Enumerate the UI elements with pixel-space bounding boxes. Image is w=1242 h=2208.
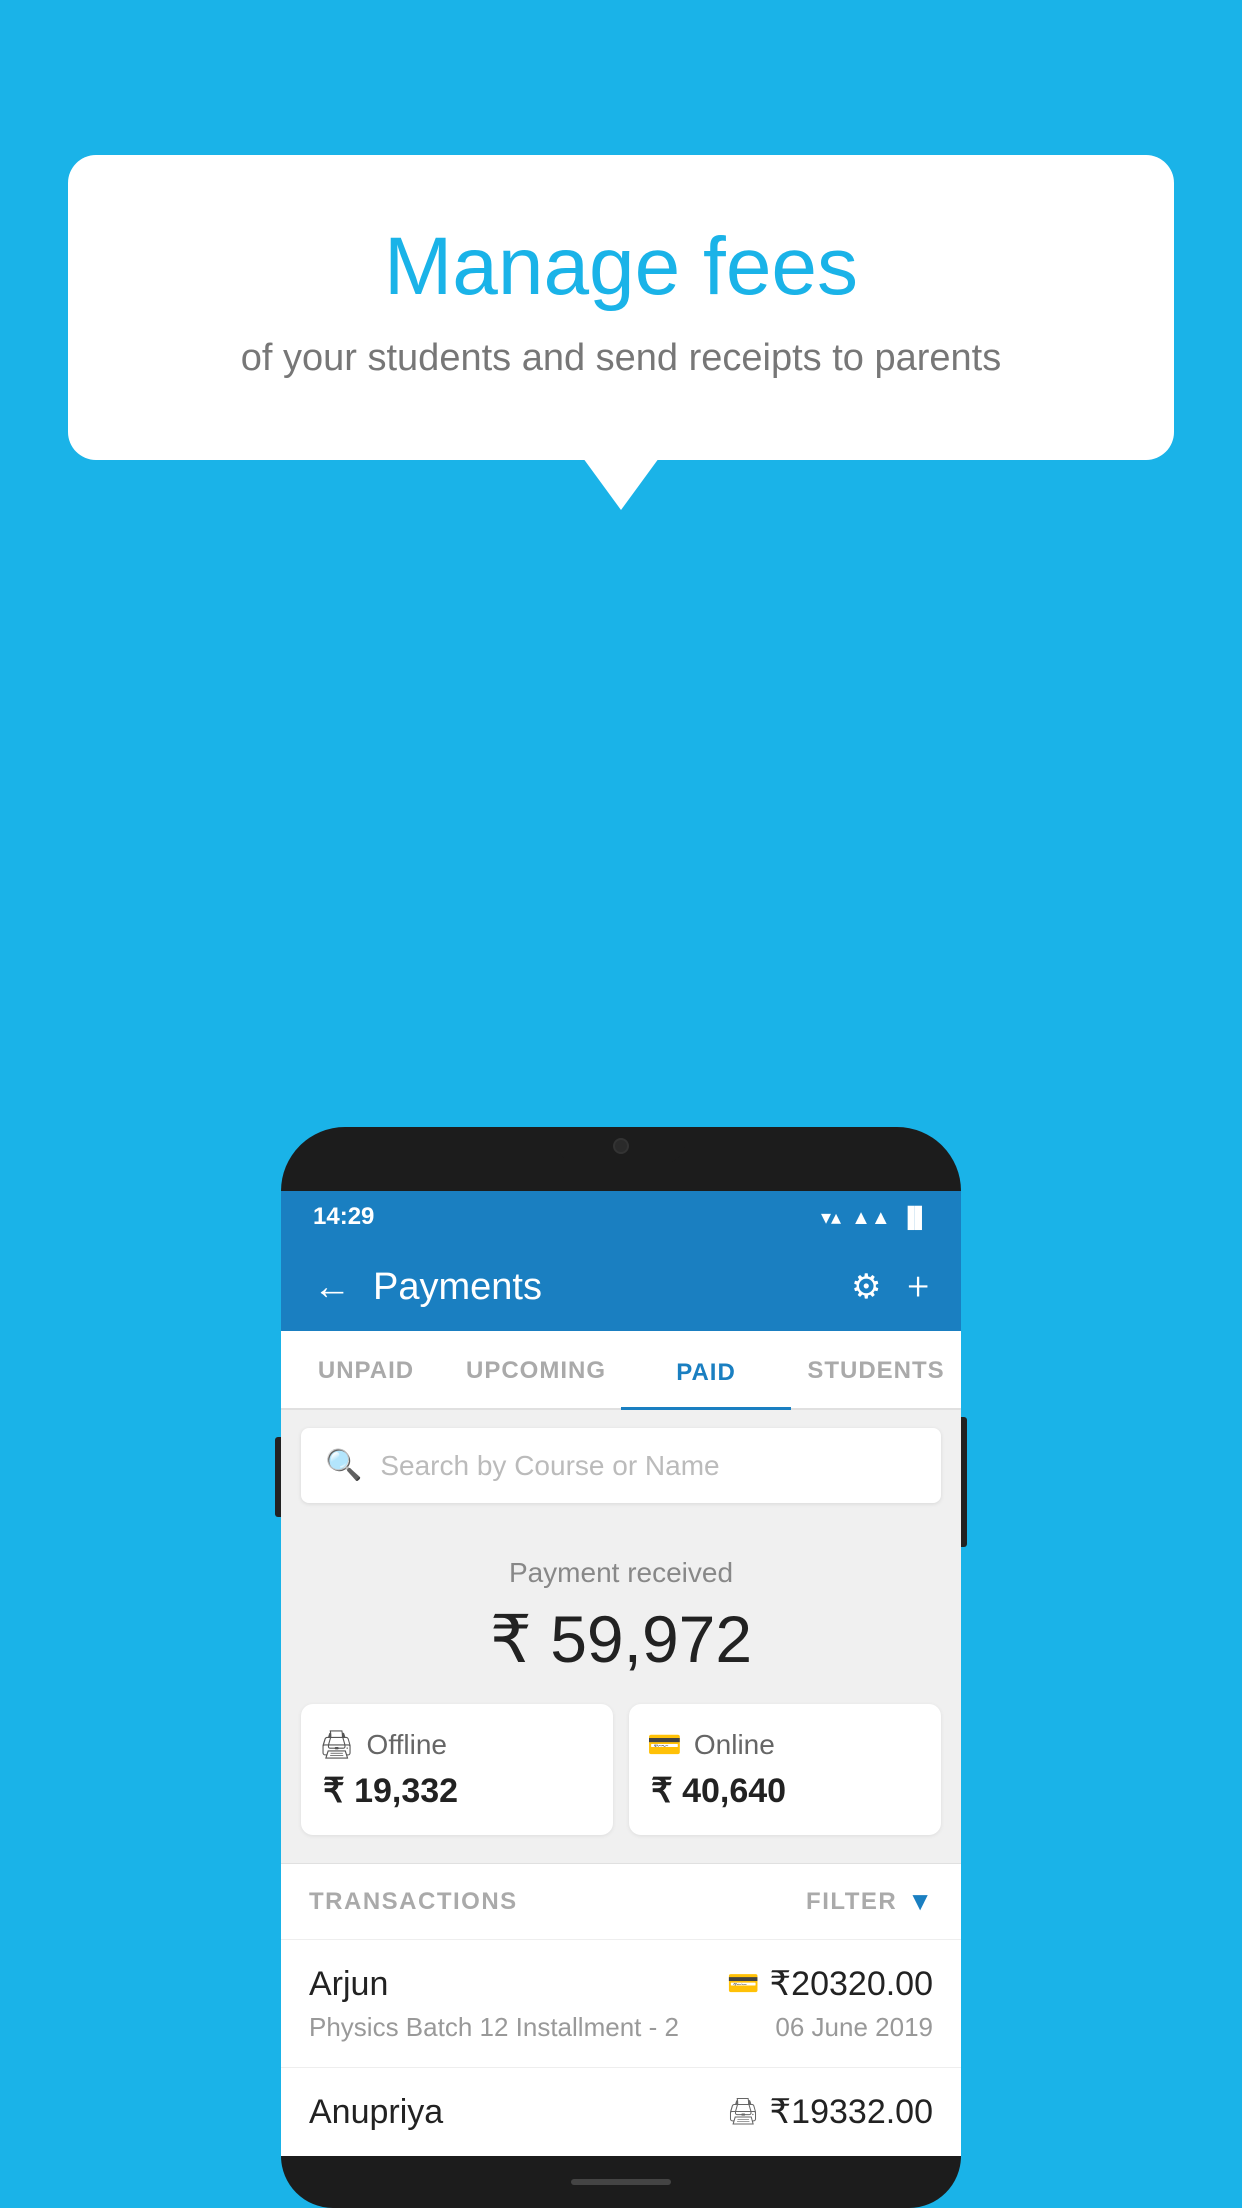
- search-icon: 🔍: [325, 1448, 362, 1483]
- filter-container[interactable]: FILTER ▼: [806, 1886, 933, 1917]
- offline-label: Offline: [367, 1729, 447, 1761]
- tab-unpaid[interactable]: UNPAID: [281, 1331, 451, 1408]
- payment-summary: Payment received ₹ 59,972 🖨 Offline ₹ 19…: [281, 1521, 961, 1863]
- search-placeholder: Search by Course or Name: [380, 1450, 719, 1482]
- bubble-tail: [583, 458, 659, 510]
- transaction-main-2: Anupriya 🖨 ₹19332.00: [309, 2092, 933, 2132]
- camera-dot: [613, 1138, 629, 1154]
- search-box[interactable]: 🔍 Search by Course or Name: [301, 1428, 941, 1503]
- phone-top-bezel: [281, 1127, 961, 1191]
- side-btn-right: [961, 1417, 967, 1547]
- transactions-label: TRANSACTIONS: [309, 1888, 518, 1916]
- online-amount: ₹ 40,640: [647, 1771, 923, 1811]
- signal-icon: ▲▲: [851, 1205, 891, 1230]
- side-btn-left: [275, 1437, 281, 1517]
- transaction-amount-1: ₹20320.00: [770, 1964, 933, 2004]
- transaction-row-anupriya[interactable]: Anupriya 🖨 ₹19332.00: [281, 2067, 961, 2156]
- filter-icon: ▼: [907, 1886, 933, 1917]
- online-label: Online: [694, 1729, 775, 1761]
- camera-notch: [556, 1127, 686, 1165]
- wifi-icon: ▾▴: [821, 1205, 841, 1229]
- online-card: 💳 Online ₹ 40,640: [629, 1704, 941, 1835]
- status-time: 14:29: [313, 1203, 374, 1231]
- back-button[interactable]: ←: [313, 1265, 351, 1309]
- payment-total: ₹ 59,972: [301, 1601, 941, 1678]
- phone-bottom-bezel: [281, 2156, 961, 2208]
- offline-icon: 🖨: [319, 1728, 355, 1761]
- tab-upcoming[interactable]: UPCOMING: [451, 1331, 621, 1408]
- payment-label: Payment received: [301, 1557, 941, 1589]
- transaction-main-1: Arjun 💳 ₹20320.00: [309, 1964, 933, 2004]
- home-indicator: [571, 2179, 671, 2185]
- speech-bubble-container: Manage fees of your students and send re…: [68, 155, 1174, 460]
- add-icon[interactable]: +: [908, 1265, 929, 1309]
- online-transaction-icon: 💳: [727, 1969, 759, 1999]
- online-card-header: 💳 Online: [647, 1728, 923, 1761]
- transactions-header: TRANSACTIONS FILTER ▼: [281, 1863, 961, 1939]
- offline-card-header: 🖨 Offline: [319, 1728, 595, 1761]
- filter-label: FILTER: [806, 1888, 897, 1916]
- transaction-date-1: 06 June 2019: [775, 2012, 933, 2043]
- transaction-row-arjun[interactable]: Arjun 💳 ₹20320.00 Physics Batch 12 Insta…: [281, 1939, 961, 2067]
- status-icons: ▾▴ ▲▲ ▐▌: [821, 1205, 929, 1230]
- transaction-course-1: Physics Batch 12 Installment - 2: [309, 2012, 679, 2043]
- header-title: Payments: [373, 1266, 542, 1309]
- offline-transaction-icon: 🖨: [727, 2097, 760, 2127]
- payment-cards: 🖨 Offline ₹ 19,332 💳 Online ₹ 40,640: [301, 1704, 941, 1835]
- tab-paid[interactable]: PAID: [621, 1333, 791, 1410]
- transaction-name-1: Arjun: [309, 1965, 388, 2004]
- phone-wrapper: 14:29 ▾▴ ▲▲ ▐▌ ← Payments ⚙ +: [281, 1127, 961, 2208]
- tabs-container: UNPAID UPCOMING PAID STUDENTS: [281, 1331, 961, 1410]
- offline-amount: ₹ 19,332: [319, 1771, 595, 1811]
- transaction-amount-row-2: 🖨 ₹19332.00: [727, 2092, 933, 2132]
- bubble-title: Manage fees: [138, 220, 1104, 314]
- transaction-amount-row-1: 💳 ₹20320.00: [727, 1964, 933, 2004]
- header-right: ⚙ +: [851, 1265, 929, 1309]
- settings-icon[interactable]: ⚙: [851, 1267, 881, 1307]
- bubble-subtitle: of your students and send receipts to pa…: [138, 332, 1104, 385]
- header-left: ← Payments: [313, 1265, 542, 1309]
- page-background: Manage fees of your students and send re…: [0, 0, 1242, 2208]
- offline-card: 🖨 Offline ₹ 19,332: [301, 1704, 613, 1835]
- transaction-name-2: Anupriya: [309, 2093, 443, 2132]
- tab-students[interactable]: STUDENTS: [791, 1331, 961, 1408]
- phone-screen: 14:29 ▾▴ ▲▲ ▐▌ ← Payments ⚙ +: [281, 1191, 961, 2156]
- status-bar: 14:29 ▾▴ ▲▲ ▐▌: [281, 1191, 961, 1243]
- app-header: ← Payments ⚙ +: [281, 1243, 961, 1331]
- transaction-amount-2: ₹19332.00: [770, 2092, 933, 2132]
- speech-bubble: Manage fees of your students and send re…: [68, 155, 1174, 460]
- search-container: 🔍 Search by Course or Name: [281, 1410, 961, 1521]
- battery-icon: ▐▌: [901, 1205, 929, 1230]
- transaction-sub-1: Physics Batch 12 Installment - 2 06 June…: [309, 2012, 933, 2043]
- online-icon: 💳: [647, 1728, 682, 1761]
